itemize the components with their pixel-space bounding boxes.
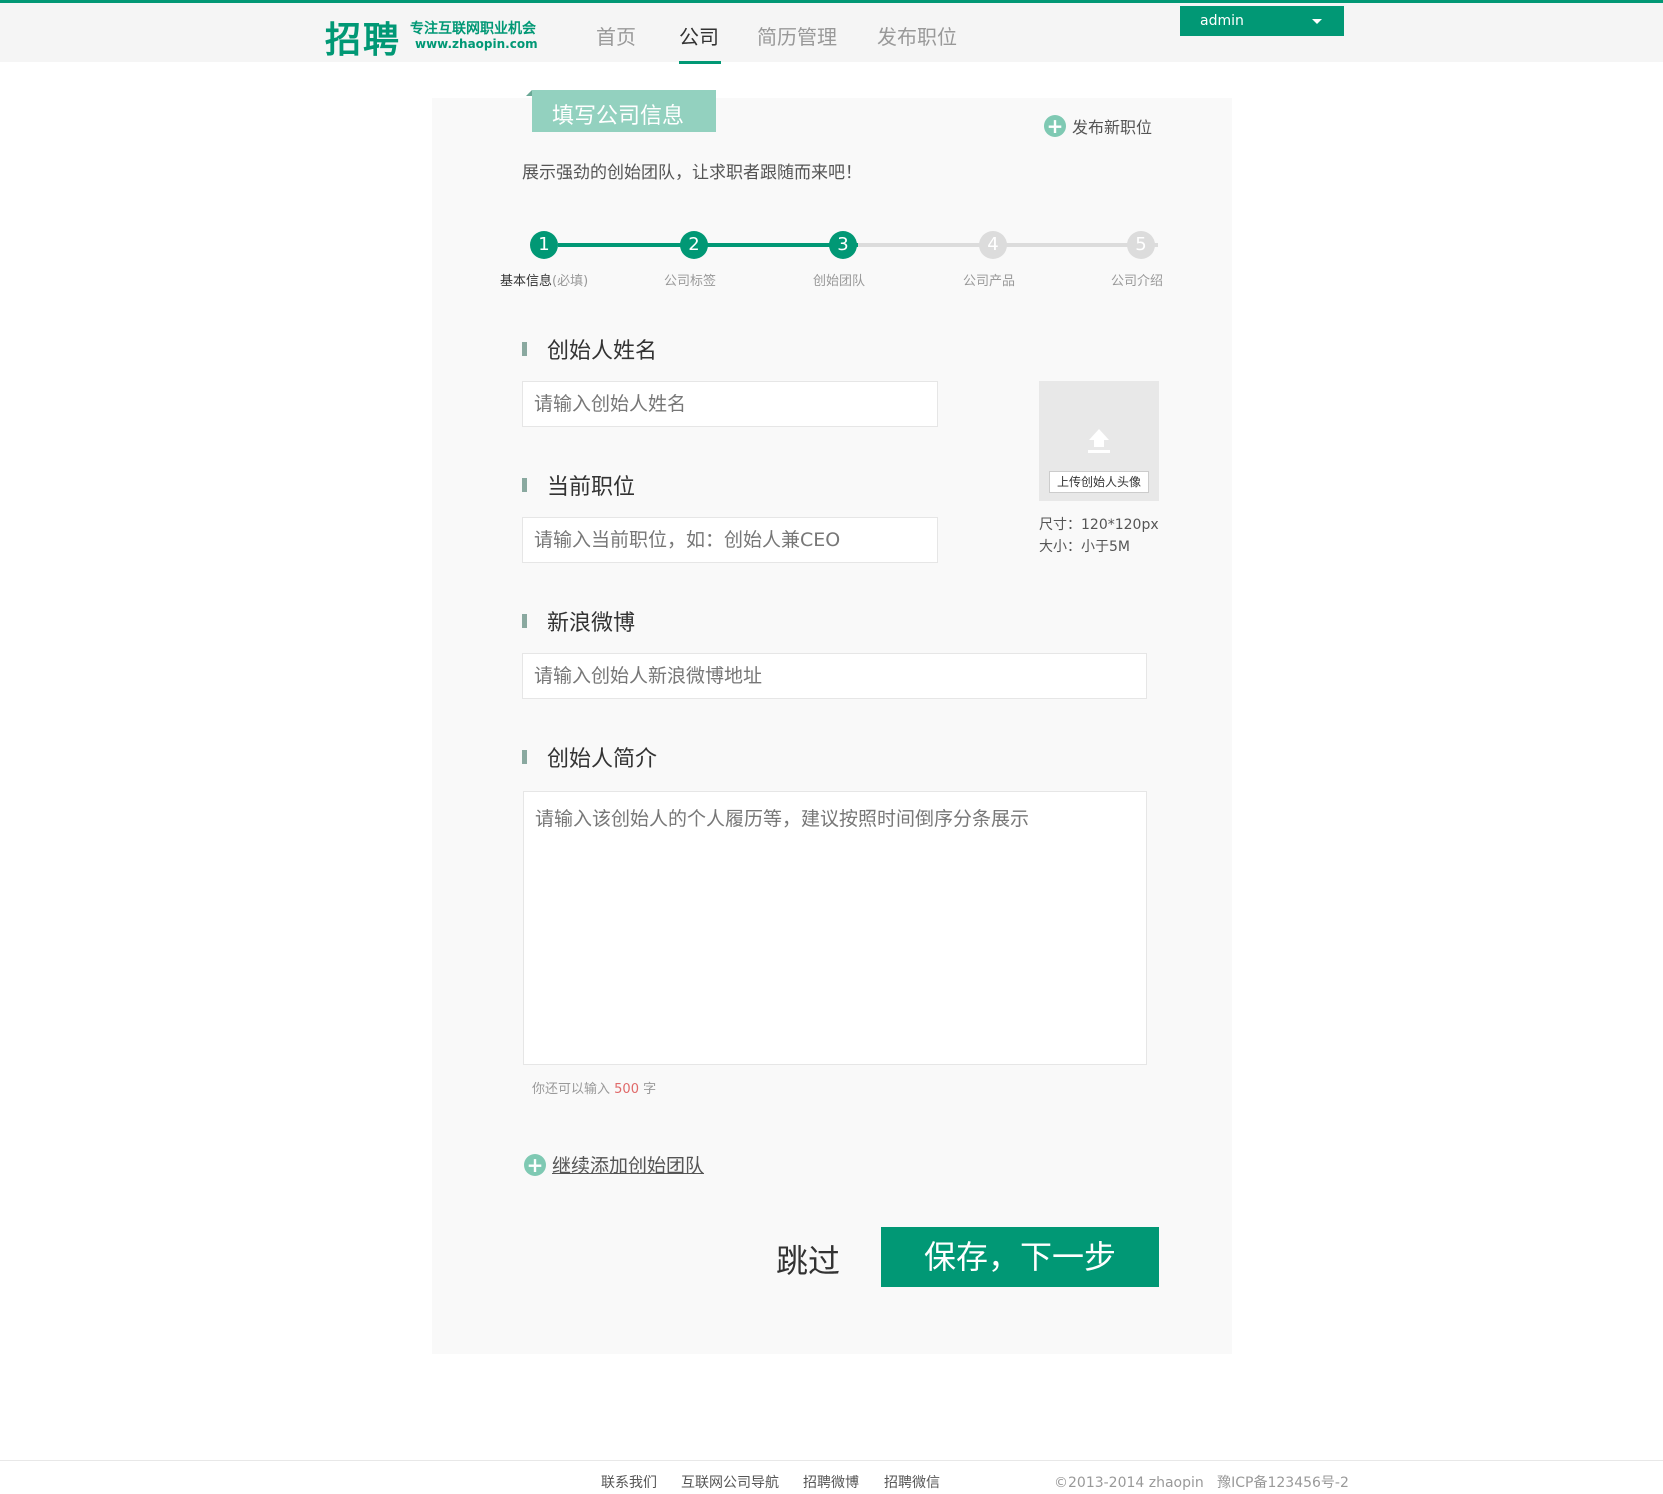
publish-new-job-link[interactable]: + 发布新职位: [1044, 114, 1152, 138]
founder-name-label: 创始人姓名: [522, 333, 657, 365]
step-line-done: [558, 243, 858, 247]
weibo-label: 新浪微博: [522, 605, 635, 637]
nav-post-job[interactable]: 发布职位: [877, 21, 957, 50]
step-1-name: 基本信息: [500, 274, 553, 289]
card-subtitle: 展示强劲的创始团队，让求职者跟随而来吧！: [522, 163, 862, 183]
step-5-label: 公司介绍: [1111, 274, 1164, 289]
upload-size-note: 尺寸：120*120px: [1039, 517, 1159, 533]
caret-down-icon: [1312, 19, 1322, 24]
footer-copyright: ©2013-2014 zhaopin 豫ICP备123456号-2: [1054, 1472, 1349, 1492]
step-1-label: 基本信息(必填): [500, 270, 588, 289]
username: admin: [1200, 13, 1244, 29]
weibo-input[interactable]: [522, 653, 1147, 699]
step-1-circle: 1: [530, 231, 558, 259]
logo[interactable]: 招聘: [325, 11, 401, 63]
step-line-todo: [858, 243, 1158, 247]
founder-intro-label: 创始人简介: [522, 741, 657, 773]
skip-button[interactable]: 跳过: [776, 1236, 840, 1282]
avatar-upload-box[interactable]: 上传创始人头像: [1039, 381, 1159, 501]
upload-icon-base: [1088, 450, 1110, 453]
upload-filesize-note: 大小：小于5M: [1039, 539, 1130, 555]
step-4-label: 公司产品: [963, 274, 1016, 289]
footer-wechat-link[interactable]: 招聘微信: [884, 1472, 940, 1492]
card-title: 填写公司信息: [532, 90, 716, 132]
upload-avatar-button[interactable]: 上传创始人头像: [1049, 471, 1149, 493]
upload-icon-stem: [1094, 439, 1104, 447]
nav-active-indicator: [679, 61, 721, 64]
current-position-label: 当前职位: [522, 469, 635, 501]
footer-weibo-link[interactable]: 招聘微博: [803, 1472, 859, 1492]
label-bar-icon: [522, 478, 527, 492]
nav-resume-management[interactable]: 简历管理: [757, 21, 837, 50]
copyright-text: ©2013-2014 zhaopin: [1054, 1475, 1204, 1491]
footer-contact-link[interactable]: 联系我们: [601, 1472, 657, 1492]
step-1-required-note: (必填): [552, 274, 589, 289]
plus-circle-icon: +: [1044, 115, 1066, 137]
step-3-circle: 3: [829, 231, 857, 259]
nav-company[interactable]: 公司: [679, 21, 719, 50]
nav-home[interactable]: 首页: [596, 21, 636, 50]
logo-slogan: 专注互联网职业机会: [410, 21, 536, 37]
label-bar-icon: [522, 342, 527, 356]
char-count-number: 500: [614, 1082, 639, 1097]
step-2-label: 公司标签: [664, 274, 717, 289]
footer-company-nav-link[interactable]: 互联网公司导航: [681, 1472, 779, 1492]
current-position-input[interactable]: [522, 517, 938, 563]
char-count-prefix: 你还可以输入: [532, 1082, 611, 1097]
user-menu[interactable]: admin: [1180, 6, 1344, 36]
add-founder-link[interactable]: + 继续添加创始团队: [524, 1151, 704, 1178]
plus-circle-icon: +: [524, 1153, 546, 1176]
save-next-button[interactable]: 保存，下一步: [881, 1227, 1159, 1287]
icp-text: 豫ICP备123456号-2: [1217, 1475, 1349, 1491]
add-founder-label: 继续添加创始团队: [552, 1155, 705, 1177]
publish-new-job-label: 发布新职位: [1072, 118, 1153, 137]
founder-intro-textarea[interactable]: [523, 791, 1147, 1065]
label-bar-icon: [522, 750, 527, 764]
step-5-circle: 5: [1127, 231, 1155, 259]
founder-name-label-text: 创始人姓名: [547, 339, 658, 364]
step-2-circle: 2: [680, 231, 708, 259]
logo-url: www.zhaopin.com: [415, 37, 538, 51]
current-position-label-text: 当前职位: [547, 475, 636, 500]
char-count: 你还可以输入 500 字: [532, 1078, 656, 1097]
founder-intro-label-text: 创始人简介: [547, 747, 658, 772]
step-4-circle: 4: [979, 231, 1007, 259]
site-header: 招聘 专注互联网职业机会 www.zhaopin.com 首页 公司 简历管理 …: [0, 3, 1663, 64]
char-count-suffix: 字: [643, 1082, 657, 1097]
founder-name-input[interactable]: [522, 381, 938, 427]
footer-divider: [0, 1460, 1663, 1461]
step-3-label: 创始团队: [813, 274, 866, 289]
label-bar-icon: [522, 614, 527, 628]
weibo-label-text: 新浪微博: [547, 611, 636, 636]
